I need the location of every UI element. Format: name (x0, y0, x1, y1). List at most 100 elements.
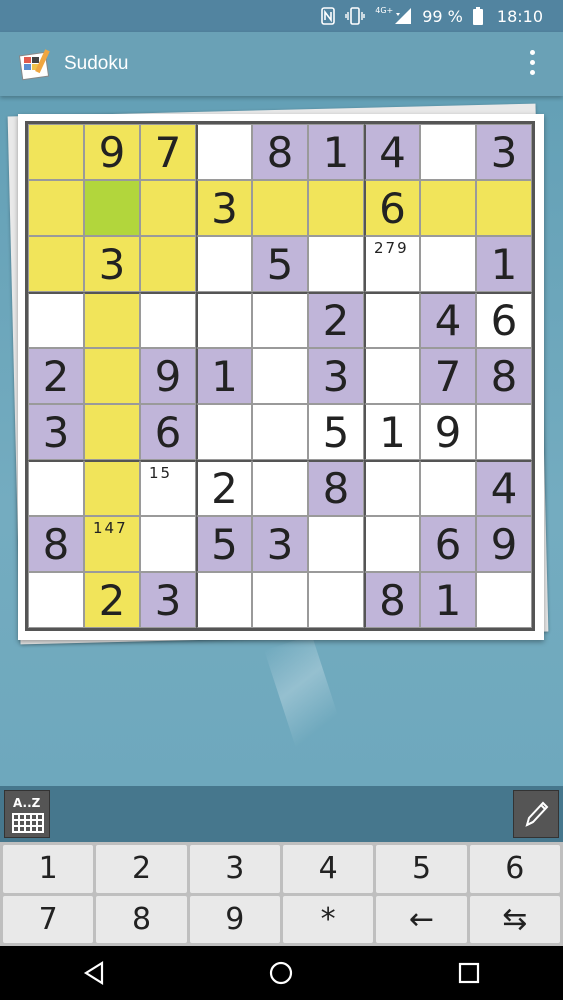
key-1[interactable]: 1 (3, 845, 94, 893)
sudoku-cell-r7c2[interactable] (84, 460, 140, 516)
sudoku-cell-r1c8[interactable] (420, 124, 476, 180)
sudoku-cell-r5c4[interactable]: 1 (196, 348, 252, 404)
key-backspace[interactable]: ← (376, 895, 467, 943)
sudoku-cell-r1c9[interactable]: 3 (476, 124, 532, 180)
recents-icon[interactable] (449, 958, 489, 988)
sudoku-cell-r4c5[interactable] (252, 292, 308, 348)
sudoku-cell-r3c4[interactable] (196, 236, 252, 292)
sudoku-cell-r5c8[interactable]: 7 (420, 348, 476, 404)
sudoku-cell-r8c9[interactable]: 9 (476, 516, 532, 572)
key-9[interactable]: 9 (189, 895, 280, 943)
sudoku-cell-r6c3[interactable]: 6 (140, 404, 196, 460)
sudoku-cell-r3c8[interactable] (420, 236, 476, 292)
sudoku-cell-r7c6[interactable]: 8 (308, 460, 364, 516)
sudoku-cell-r8c8[interactable]: 6 (420, 516, 476, 572)
back-icon[interactable] (74, 958, 114, 988)
sudoku-cell-r9c8[interactable]: 1 (420, 572, 476, 628)
sudoku-cell-r6c7[interactable]: 1 (364, 404, 420, 460)
sudoku-cell-r3c1[interactable] (28, 236, 84, 292)
sudoku-cell-r2c3[interactable] (140, 180, 196, 236)
sudoku-cell-r9c7[interactable]: 8 (364, 572, 420, 628)
sudoku-cell-r1c3[interactable]: 7 (140, 124, 196, 180)
sudoku-cell-r7c1[interactable] (28, 460, 84, 516)
sudoku-cell-r8c7[interactable] (364, 516, 420, 572)
sudoku-cell-r3c9[interactable]: 1 (476, 236, 532, 292)
sudoku-cell-r3c6[interactable] (308, 236, 364, 292)
sudoku-cell-r5c1[interactable]: 2 (28, 348, 84, 404)
sudoku-cell-r7c8[interactable] (420, 460, 476, 516)
sudoku-cell-r5c6[interactable]: 3 (308, 348, 364, 404)
sudoku-cell-r4c1[interactable] (28, 292, 84, 348)
key-8[interactable]: 8 (96, 895, 187, 943)
sudoku-cell-r9c4[interactable] (196, 572, 252, 628)
sudoku-cell-r6c2[interactable] (84, 404, 140, 460)
sudoku-cell-r4c4[interactable] (196, 292, 252, 348)
sudoku-cell-r7c5[interactable] (252, 460, 308, 516)
sudoku-cell-r2c1[interactable] (28, 180, 84, 236)
key-4[interactable]: 4 (283, 845, 374, 893)
sudoku-cell-r1c7[interactable]: 4 (364, 124, 420, 180)
sudoku-cell-r5c3[interactable]: 9 (140, 348, 196, 404)
sudoku-cell-r2c6[interactable] (308, 180, 364, 236)
sudoku-cell-r6c9[interactable] (476, 404, 532, 460)
sudoku-cell-r3c3[interactable] (140, 236, 196, 292)
sudoku-cell-r1c5[interactable]: 8 (252, 124, 308, 180)
sudoku-cell-r7c3[interactable]: 15 (140, 460, 196, 516)
sudoku-cell-r8c5[interactable]: 3 (252, 516, 308, 572)
sudoku-cell-r7c7[interactable] (364, 460, 420, 516)
sudoku-cell-r4c6[interactable]: 2 (308, 292, 364, 348)
sudoku-cell-r3c2[interactable]: 3 (84, 236, 140, 292)
sudoku-cell-r9c2[interactable]: 2 (84, 572, 140, 628)
sudoku-cell-r6c8[interactable]: 9 (420, 404, 476, 460)
sudoku-cell-r8c6[interactable] (308, 516, 364, 572)
sudoku-cell-r9c5[interactable] (252, 572, 308, 628)
sudoku-cell-r8c1[interactable]: 8 (28, 516, 84, 572)
sudoku-cell-r7c9[interactable]: 4 (476, 460, 532, 516)
sudoku-cell-r2c4[interactable]: 3 (196, 180, 252, 236)
sudoku-cell-r1c4[interactable] (196, 124, 252, 180)
sudoku-cell-r2c7[interactable]: 6 (364, 180, 420, 236)
sudoku-cell-r6c1[interactable]: 3 (28, 404, 84, 460)
sudoku-cell-r7c4[interactable]: 2 (196, 460, 252, 516)
sudoku-cell-r6c5[interactable] (252, 404, 308, 460)
sudoku-cell-r1c1[interactable] (28, 124, 84, 180)
keyboard-toggle-button[interactable]: A..Z (4, 790, 50, 838)
sudoku-cell-r8c4[interactable]: 5 (196, 516, 252, 572)
sudoku-cell-r2c8[interactable] (420, 180, 476, 236)
sudoku-cell-r3c5[interactable]: 5 (252, 236, 308, 292)
sudoku-cell-r9c3[interactable]: 3 (140, 572, 196, 628)
sudoku-cell-r5c5[interactable] (252, 348, 308, 404)
sudoku-cell-r3c7[interactable]: 279 (364, 236, 420, 292)
sudoku-cell-r2c5[interactable] (252, 180, 308, 236)
sudoku-cell-r5c7[interactable] (364, 348, 420, 404)
sudoku-cell-r4c7[interactable] (364, 292, 420, 348)
key-6[interactable]: 6 (469, 845, 560, 893)
sudoku-cell-r1c6[interactable]: 1 (308, 124, 364, 180)
sudoku-cell-r6c4[interactable] (196, 404, 252, 460)
key-2[interactable]: 2 (96, 845, 187, 893)
sudoku-cell-r9c6[interactable] (308, 572, 364, 628)
sudoku-cell-r5c9[interactable]: 8 (476, 348, 532, 404)
sudoku-cell-r1c2[interactable]: 9 (84, 124, 140, 180)
pencil-mode-button[interactable] (513, 790, 559, 838)
sudoku-cell-r8c2[interactable]: 147 (84, 516, 140, 572)
key-star[interactable]: * (283, 895, 374, 943)
key-tab[interactable]: ⇆ (469, 895, 560, 943)
sudoku-cell-r4c2[interactable] (84, 292, 140, 348)
sudoku-cell-r4c3[interactable] (140, 292, 196, 348)
key-7[interactable]: 7 (3, 895, 94, 943)
key-5[interactable]: 5 (376, 845, 467, 893)
sudoku-cell-r2c9[interactable] (476, 180, 532, 236)
sudoku-cell-r9c9[interactable] (476, 572, 532, 628)
sudoku-cell-r8c3[interactable] (140, 516, 196, 572)
nav-bar (0, 946, 563, 1000)
sudoku-cell-r6c6[interactable]: 5 (308, 404, 364, 460)
sudoku-cell-r5c2[interactable] (84, 348, 140, 404)
sudoku-cell-r2c2[interactable] (84, 180, 140, 236)
sudoku-cell-r4c9[interactable]: 6 (476, 292, 532, 348)
sudoku-cell-r9c1[interactable] (28, 572, 84, 628)
sudoku-cell-r4c8[interactable]: 4 (420, 292, 476, 348)
key-3[interactable]: 3 (189, 845, 280, 893)
home-icon[interactable] (261, 958, 301, 988)
overflow-menu-icon[interactable] (529, 50, 537, 80)
